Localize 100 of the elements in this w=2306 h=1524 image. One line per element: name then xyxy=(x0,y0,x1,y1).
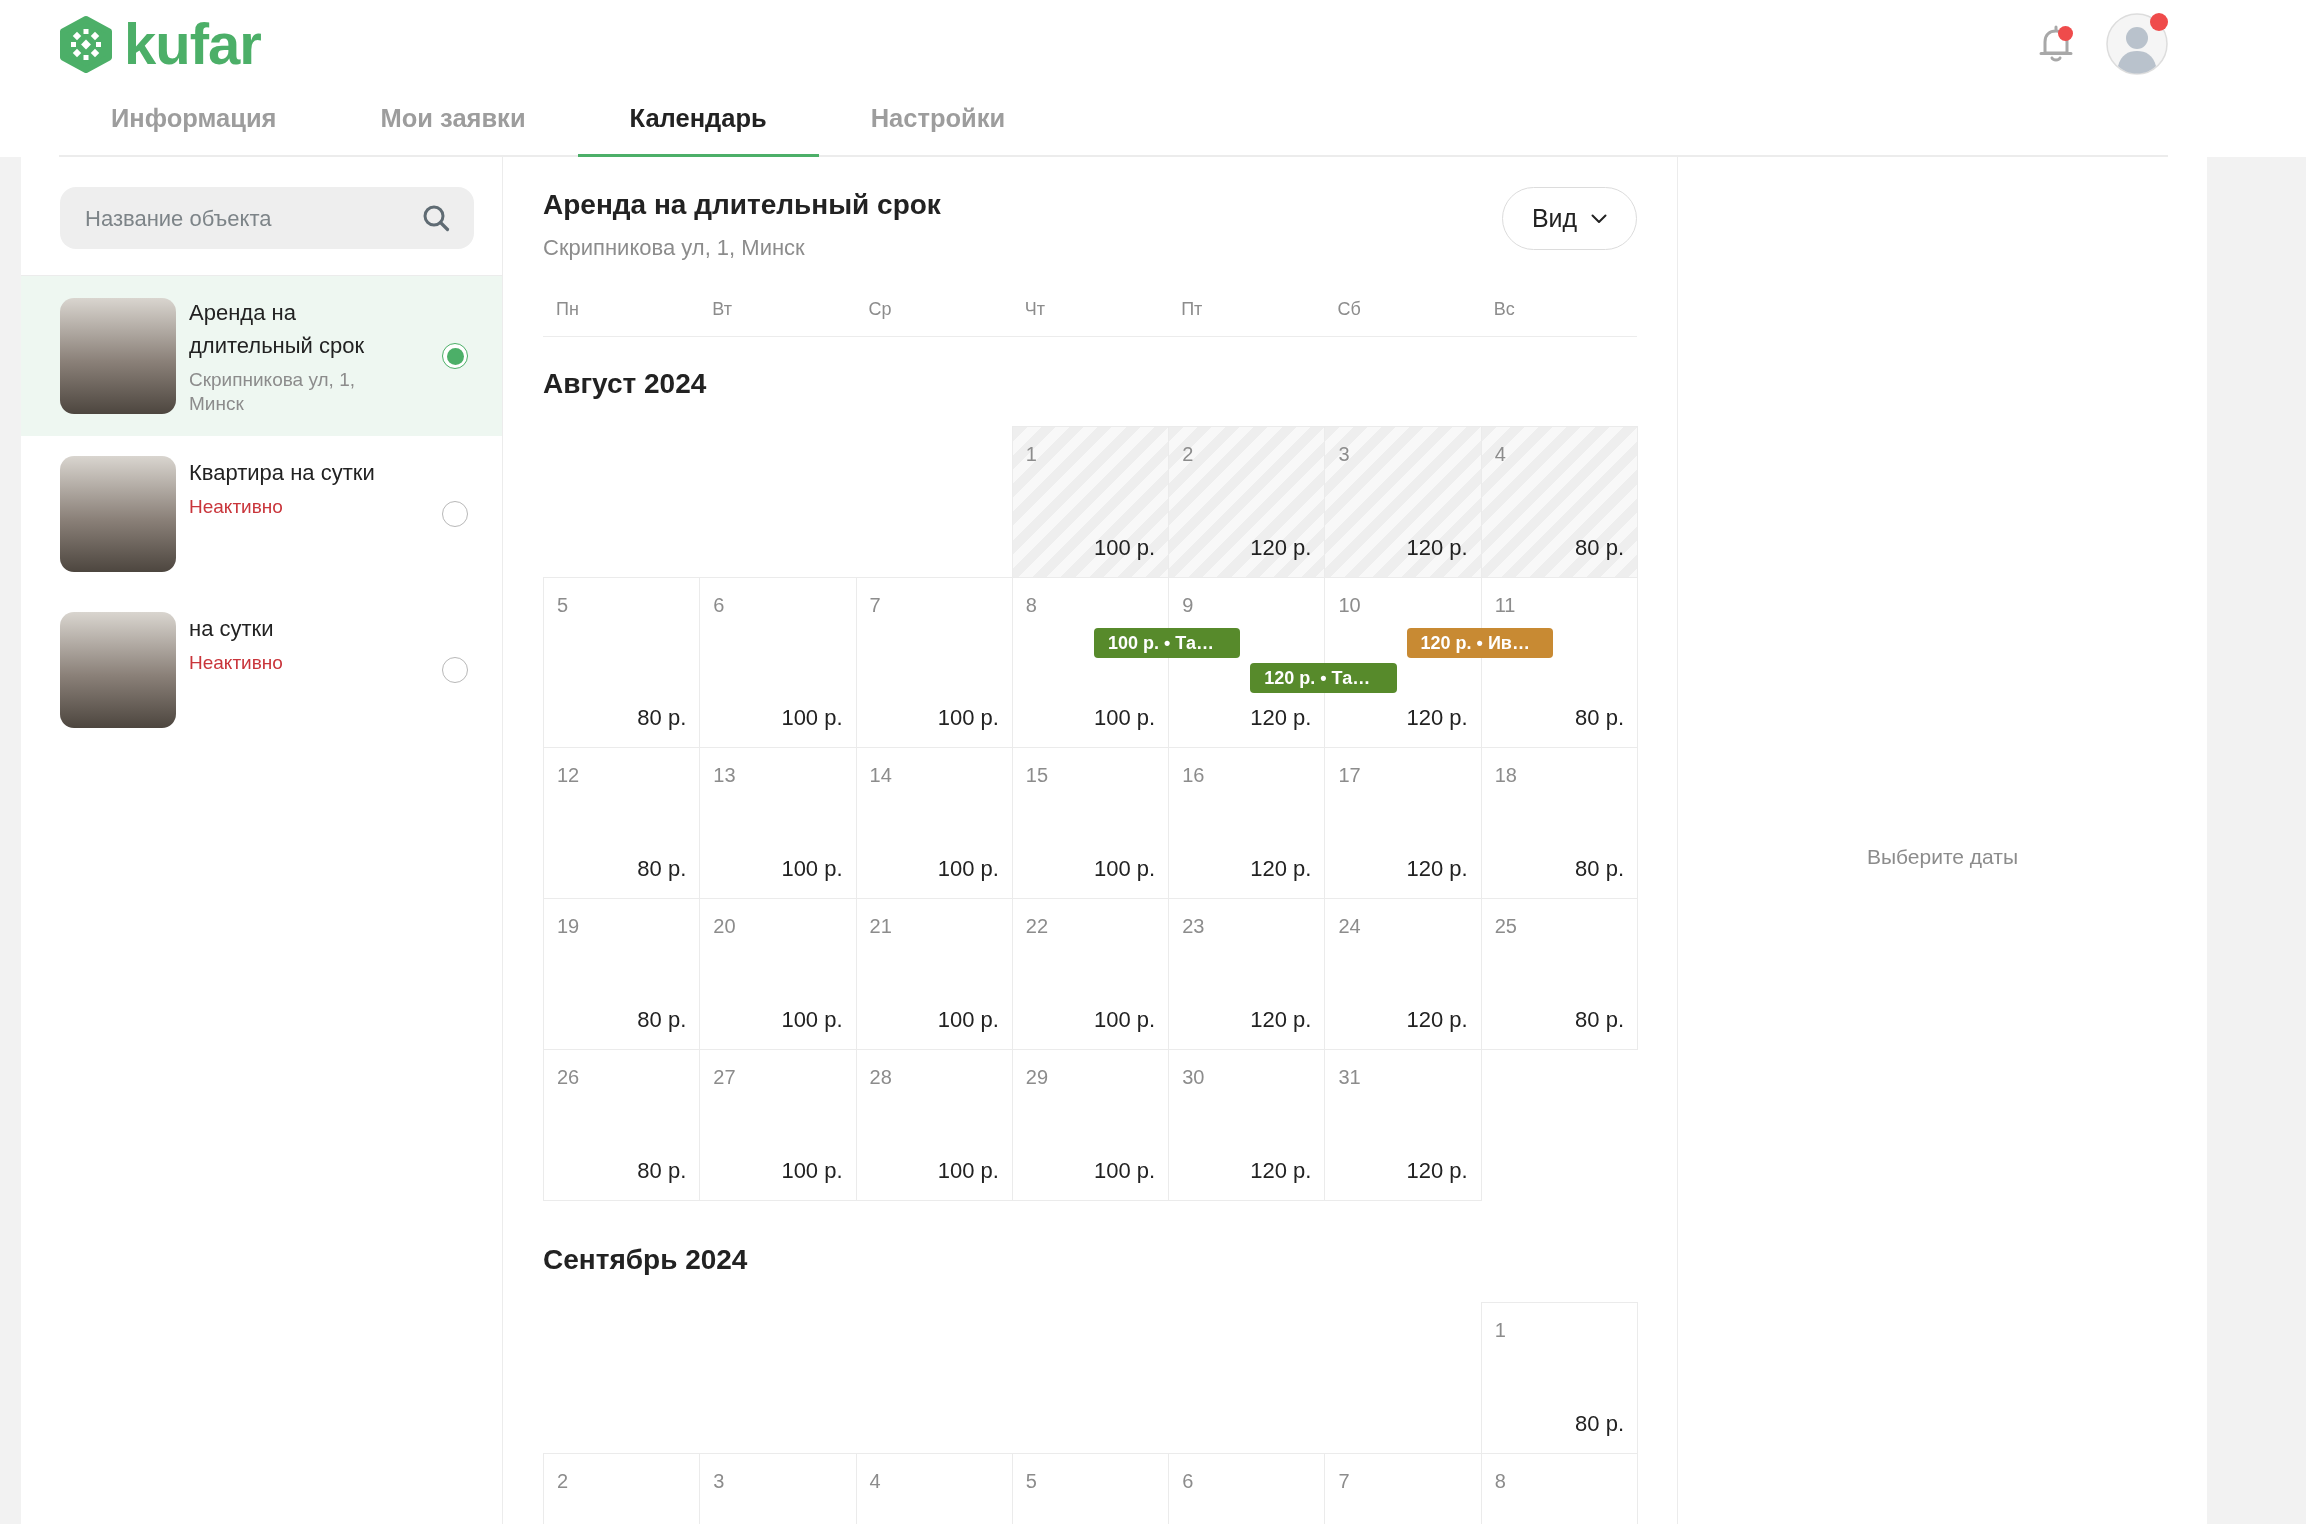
day-number: 26 xyxy=(557,1065,580,1090)
day-number: 11 xyxy=(1494,593,1516,618)
day-number: 2 xyxy=(1182,442,1194,467)
weekday-label: Вт xyxy=(712,299,732,319)
price-label: 80 р. xyxy=(637,1157,687,1185)
day-number: 14 xyxy=(869,763,892,788)
day-number: 9 xyxy=(1182,593,1194,618)
day-number: 15 xyxy=(1025,763,1049,788)
price-label: 80 р. xyxy=(1575,1006,1624,1034)
day-cell[interactable]: 31 120 р. xyxy=(1324,1049,1482,1201)
day-number: 24 xyxy=(1338,914,1361,939)
day-number: 5 xyxy=(1025,1469,1037,1494)
day-number: 8 xyxy=(1494,1469,1506,1494)
price-label: 100 р. xyxy=(781,855,843,883)
price-label: 100 р. xyxy=(937,1157,999,1185)
price-label: 100 р. xyxy=(781,1006,843,1034)
chevron-down-icon xyxy=(1591,213,1608,224)
booking-bar[interactable]: 120 р. • Та… xyxy=(1250,663,1397,693)
price-label: 100 р. xyxy=(937,855,999,883)
day-cell[interactable]: 5 80 р. xyxy=(543,577,701,748)
price-label: 80 р. xyxy=(637,1006,687,1034)
price-label: 80 р. xyxy=(637,855,687,883)
day-number: 25 xyxy=(1494,914,1517,939)
day-number: 6 xyxy=(713,593,725,618)
price-label: 120 р. xyxy=(1250,1006,1312,1034)
day-number: 18 xyxy=(1494,763,1517,788)
day-number: 5 xyxy=(557,593,569,618)
price-label: 120 р. xyxy=(1250,534,1312,562)
status-label: Неактивно xyxy=(189,651,284,675)
select-dates-hint: Выберите даты xyxy=(1866,843,2019,870)
price-label: 80 р. xyxy=(1575,534,1624,562)
day-cell[interactable]: 3 120 р. xyxy=(1324,426,1482,578)
weekday-label: Пн xyxy=(556,299,579,319)
search-field[interactable]: Название объекта xyxy=(60,187,474,249)
price-label: 100 р. xyxy=(1093,855,1156,883)
view-dropdown-button[interactable]: Вид xyxy=(1502,187,1637,250)
price-label: 100 р. xyxy=(1093,1157,1156,1185)
day-number: 17 xyxy=(1338,763,1361,788)
listing-title: Аренда на длительный срок xyxy=(543,188,941,222)
day-number: 29 xyxy=(1025,1065,1049,1090)
price-label: 100 р. xyxy=(1093,1006,1156,1034)
listing-title: Квартира на сутки xyxy=(189,459,376,487)
day-number: 3 xyxy=(1338,442,1350,467)
radio-button[interactable] xyxy=(442,657,468,683)
day-number: 27 xyxy=(713,1065,736,1090)
day-number: 19 xyxy=(557,914,580,939)
status-label: Неактивно xyxy=(189,495,284,519)
weekday-label: Ср xyxy=(868,299,892,319)
day-cell[interactable]: 25 80 р. xyxy=(1480,898,1638,1050)
day-number: 4 xyxy=(869,1469,881,1494)
search-input[interactable]: Название объекта xyxy=(85,201,422,235)
day-number: 13 xyxy=(713,763,736,788)
month-title: Сентябрь 2024 xyxy=(543,1243,749,1277)
hexagon-logo-icon[interactable] xyxy=(59,15,113,73)
bell-icon[interactable] xyxy=(2039,25,2073,63)
radio-button[interactable] xyxy=(442,501,468,527)
price-label: 100 р. xyxy=(781,1157,843,1185)
day-cell[interactable]: 1 100 р. xyxy=(1011,426,1170,578)
price-label: 100 р. xyxy=(1093,704,1156,732)
price-label: 120 р. xyxy=(1250,855,1312,883)
day-cell[interactable]: 1 80 р. xyxy=(1480,1302,1638,1454)
price-label: 120 р. xyxy=(1250,704,1312,732)
avatar[interactable] xyxy=(2106,13,2168,75)
price-label: 80 р. xyxy=(1575,1410,1624,1438)
day-cell[interactable]: 4 80 р. xyxy=(1480,426,1638,578)
search-icon[interactable] xyxy=(422,204,450,232)
day-number: 12 xyxy=(557,763,580,788)
day-number: 16 xyxy=(1182,763,1205,788)
day-number: 4 xyxy=(1494,442,1506,467)
day-number: 31 xyxy=(1338,1065,1361,1090)
listing-row[interactable]: Аренда на длительный срок Скрипникова ул, 1, Минск xyxy=(21,276,502,436)
day-number: 10 xyxy=(1338,593,1361,618)
month-title: Август 2024 xyxy=(543,367,708,401)
weekday-label: Вс xyxy=(1493,299,1515,319)
listing-title: Аренда на длительный срок xyxy=(189,299,366,360)
price-label: 100 р. xyxy=(937,1006,999,1034)
weekday-label: Пт xyxy=(1181,299,1203,319)
day-cell[interactable]: 26 80 р. xyxy=(543,1049,701,1201)
price-label: 100 р. xyxy=(937,704,999,732)
price-label: 120 р. xyxy=(1250,1157,1312,1185)
day-number: 2 xyxy=(557,1469,569,1494)
day-number: 3 xyxy=(713,1469,725,1494)
day-number: 21 xyxy=(869,914,892,939)
price-label: 80 р. xyxy=(1575,704,1624,732)
day-number: 8 xyxy=(1025,593,1037,618)
radio-button[interactable] xyxy=(442,343,468,369)
price-label: 120 р. xyxy=(1406,1006,1468,1034)
day-cell[interactable]: 2 120 р. xyxy=(1168,426,1326,578)
price-label: 120 р. xyxy=(1406,534,1468,562)
day-number: 22 xyxy=(1025,914,1049,939)
weekday-label: Чт xyxy=(1024,299,1046,319)
price-label: 120 р. xyxy=(1406,1157,1468,1185)
day-number: 23 xyxy=(1182,914,1205,939)
listing-address: Скрипникова ул, 1, Минск xyxy=(543,234,806,262)
day-number: 7 xyxy=(869,593,881,618)
price-label: 100 р. xyxy=(1093,534,1156,562)
weekday-label: Сб xyxy=(1337,299,1361,319)
price-label: 80 р. xyxy=(1575,855,1624,883)
booking-bar[interactable]: 100 р. • Та… xyxy=(1094,628,1241,658)
price-label: 120 р. xyxy=(1406,855,1468,883)
